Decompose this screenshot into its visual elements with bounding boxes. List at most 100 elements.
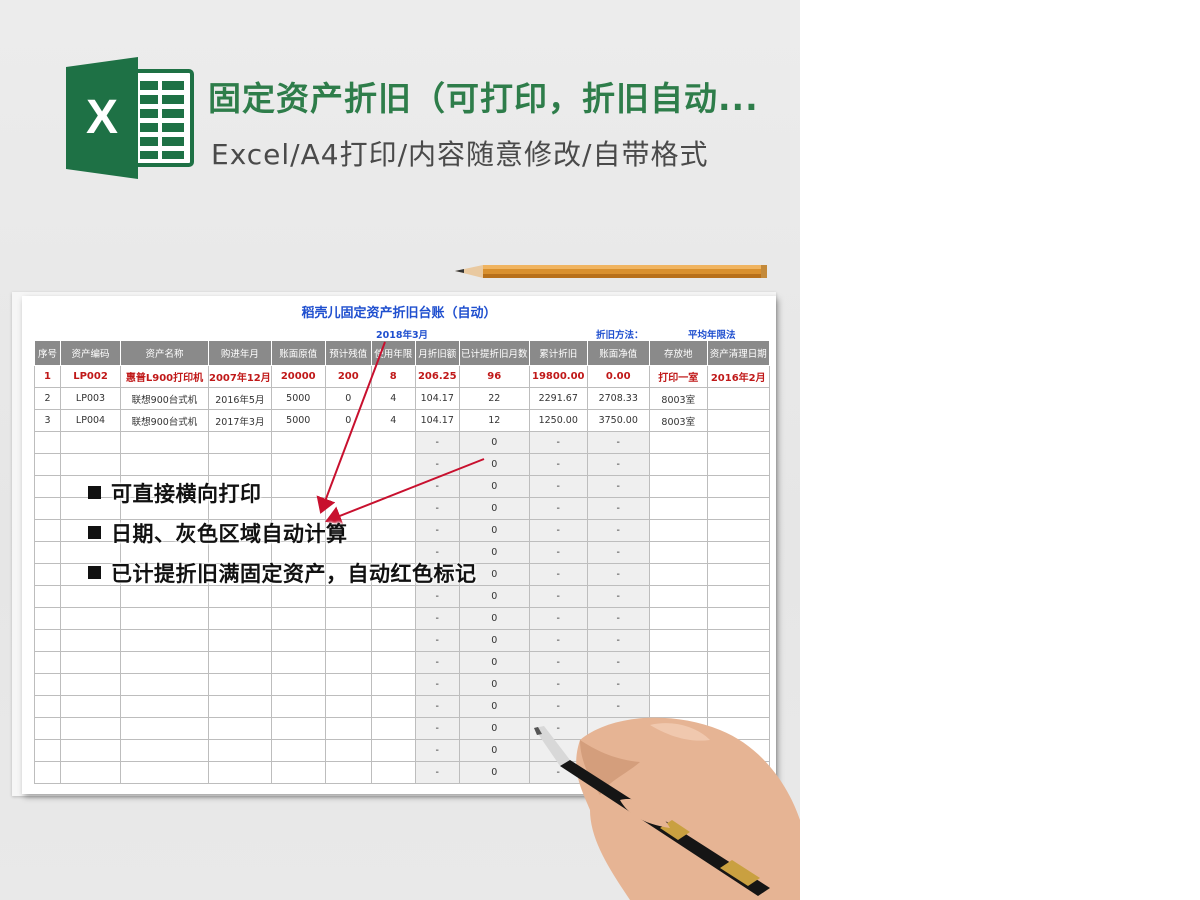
table-cell[interactable] bbox=[648, 563, 708, 586]
table-cell[interactable]: 2016年5月 bbox=[208, 387, 272, 410]
table-cell[interactable]: LP003 bbox=[60, 387, 121, 410]
table-cell[interactable]: - bbox=[528, 431, 588, 454]
table-cell[interactable] bbox=[208, 739, 272, 762]
table-cell[interactable] bbox=[34, 761, 61, 784]
table-cell[interactable]: 8 bbox=[370, 365, 416, 388]
table-cell[interactable]: 2017年3月 bbox=[208, 409, 272, 432]
table-cell[interactable]: 1 bbox=[34, 365, 61, 388]
table-cell[interactable]: - bbox=[586, 453, 650, 476]
table-cell[interactable] bbox=[120, 453, 209, 476]
table-cell[interactable] bbox=[706, 475, 770, 498]
table-cell[interactable] bbox=[706, 431, 770, 454]
table-cell[interactable] bbox=[34, 519, 61, 542]
table-cell[interactable] bbox=[324, 607, 372, 630]
table-cell[interactable]: 0 bbox=[458, 629, 530, 652]
table-cell[interactable] bbox=[648, 673, 708, 696]
table-cell[interactable] bbox=[208, 453, 272, 476]
table-cell[interactable] bbox=[648, 519, 708, 542]
table-cell[interactable] bbox=[706, 453, 770, 476]
table-cell[interactable] bbox=[120, 651, 209, 674]
table-cell[interactable]: - bbox=[528, 673, 588, 696]
table-cell[interactable]: 0 bbox=[458, 717, 530, 740]
table-cell[interactable]: 0 bbox=[458, 431, 530, 454]
table-cell[interactable] bbox=[648, 585, 708, 608]
table-cell[interactable]: - bbox=[528, 475, 588, 498]
table-cell[interactable]: - bbox=[586, 585, 650, 608]
table-cell[interactable] bbox=[120, 629, 209, 652]
table-cell[interactable] bbox=[370, 431, 416, 454]
table-cell[interactable]: - bbox=[586, 629, 650, 652]
table-cell[interactable] bbox=[648, 453, 708, 476]
table-cell[interactable]: 0 bbox=[324, 409, 372, 432]
table-cell[interactable]: - bbox=[586, 563, 650, 586]
table-cell[interactable] bbox=[34, 629, 61, 652]
table-cell[interactable] bbox=[648, 651, 708, 674]
table-cell[interactable] bbox=[270, 431, 326, 454]
table-cell[interactable] bbox=[706, 629, 770, 652]
table-cell[interactable] bbox=[370, 717, 416, 740]
table-cell[interactable]: 0 bbox=[458, 673, 530, 696]
table-cell[interactable] bbox=[34, 431, 61, 454]
table-cell[interactable] bbox=[270, 607, 326, 630]
table-cell[interactable] bbox=[706, 585, 770, 608]
table-cell[interactable] bbox=[60, 761, 121, 784]
table-cell[interactable]: 5000 bbox=[270, 409, 326, 432]
table-cell[interactable]: 96 bbox=[458, 365, 530, 388]
table-cell[interactable] bbox=[60, 695, 121, 718]
table-cell[interactable] bbox=[120, 431, 209, 454]
table-cell[interactable] bbox=[60, 629, 121, 652]
table-cell[interactable]: - bbox=[414, 629, 460, 652]
table-cell[interactable]: - bbox=[586, 431, 650, 454]
table-cell[interactable] bbox=[34, 717, 61, 740]
table-cell[interactable] bbox=[706, 519, 770, 542]
table-cell[interactable]: 0 bbox=[458, 651, 530, 674]
table-cell[interactable] bbox=[706, 607, 770, 630]
table-cell[interactable]: 2016年2月 bbox=[706, 365, 770, 388]
table-cell[interactable]: - bbox=[528, 607, 588, 630]
table-cell[interactable]: 0 bbox=[324, 387, 372, 410]
table-cell[interactable] bbox=[270, 651, 326, 674]
table-cell[interactable]: 104.17 bbox=[414, 409, 460, 432]
table-cell[interactable] bbox=[34, 563, 61, 586]
table-cell[interactable] bbox=[370, 695, 416, 718]
table-cell[interactable]: - bbox=[528, 497, 588, 520]
table-cell[interactable]: - bbox=[586, 475, 650, 498]
table-cell[interactable]: 200 bbox=[324, 365, 372, 388]
table-cell[interactable]: - bbox=[414, 717, 460, 740]
table-cell[interactable] bbox=[208, 651, 272, 674]
table-cell[interactable] bbox=[270, 695, 326, 718]
table-cell[interactable] bbox=[370, 761, 416, 784]
table-cell[interactable]: - bbox=[528, 541, 588, 564]
table-cell[interactable]: - bbox=[586, 607, 650, 630]
table-cell[interactable] bbox=[270, 739, 326, 762]
table-cell[interactable]: 5000 bbox=[270, 387, 326, 410]
table-cell[interactable] bbox=[706, 563, 770, 586]
table-cell[interactable] bbox=[120, 761, 209, 784]
table-cell[interactable] bbox=[648, 629, 708, 652]
table-cell[interactable] bbox=[208, 761, 272, 784]
table-cell[interactable] bbox=[270, 629, 326, 652]
table-cell[interactable] bbox=[648, 607, 708, 630]
table-cell[interactable] bbox=[706, 541, 770, 564]
table-cell[interactable] bbox=[34, 541, 61, 564]
table-cell[interactable]: 1250.00 bbox=[528, 409, 588, 432]
table-cell[interactable]: - bbox=[586, 497, 650, 520]
table-cell[interactable] bbox=[370, 607, 416, 630]
table-cell[interactable] bbox=[60, 717, 121, 740]
table-cell[interactable]: 3 bbox=[34, 409, 61, 432]
table-cell[interactable] bbox=[34, 695, 61, 718]
table-cell[interactable]: 206.25 bbox=[414, 365, 460, 388]
table-cell[interactable]: 0 bbox=[458, 695, 530, 718]
table-cell[interactable] bbox=[208, 695, 272, 718]
table-cell[interactable]: 惠普L900打印机 bbox=[120, 365, 209, 388]
table-cell[interactable]: - bbox=[414, 651, 460, 674]
table-cell[interactable] bbox=[208, 717, 272, 740]
table-cell[interactable] bbox=[324, 431, 372, 454]
table-cell[interactable] bbox=[324, 695, 372, 718]
table-cell[interactable]: 20000 bbox=[270, 365, 326, 388]
table-cell[interactable]: 2708.33 bbox=[586, 387, 650, 410]
table-cell[interactable] bbox=[120, 673, 209, 696]
table-cell[interactable]: 0 bbox=[458, 607, 530, 630]
table-cell[interactable] bbox=[324, 651, 372, 674]
table-cell[interactable] bbox=[120, 607, 209, 630]
